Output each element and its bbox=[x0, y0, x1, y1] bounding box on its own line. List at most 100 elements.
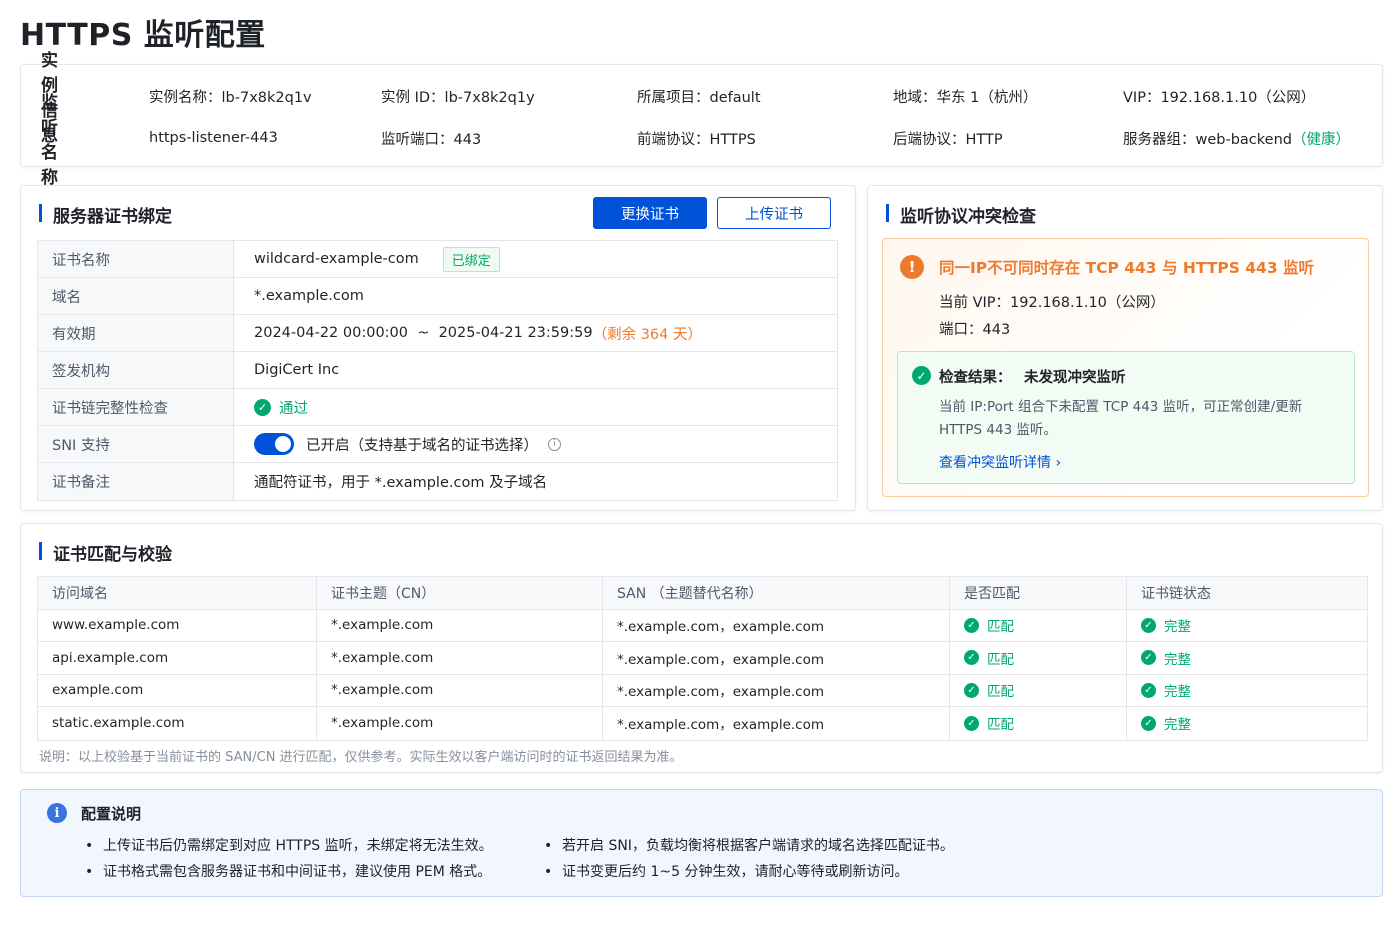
chain-check-result: 通过 bbox=[279, 400, 308, 417]
table-header-row: 访问域名 证书主题（CN） SAN （主题替代名称） 是否匹配 证书链状态 bbox=[38, 577, 1367, 610]
check-result-label: 检查结果： bbox=[939, 370, 1012, 386]
help-list-right: 若开启 SNI，负载均衡将根据客户端请求的域名选择匹配证书。 证书变更后约 1~… bbox=[542, 833, 954, 885]
validity-range: 2024-04-22 00:00:00 ~ 2025-04-21 23:59:5… bbox=[254, 325, 593, 341]
instance-name: 实例名称：lb-7x8k2q1v bbox=[149, 89, 312, 106]
check-circle-icon: ✓ bbox=[912, 366, 931, 385]
replace-cert-button[interactable]: 更换证书 bbox=[593, 197, 707, 229]
domain-cell: api.example.com bbox=[38, 642, 317, 674]
listener-port: 监听端口：443 bbox=[381, 131, 482, 148]
frontend-protocol: 前端协议：HTTPS bbox=[637, 131, 756, 148]
bound-tag: 已绑定 bbox=[442, 246, 500, 272]
cert-match-table: 访问域名 证书主题（CN） SAN （主题替代名称） 是否匹配 证书链状态 ww… bbox=[37, 576, 1368, 741]
check-circle-icon: ✓ bbox=[964, 682, 979, 698]
conflict-warning-box: ! 同一IP不可同时存在 TCP 443 与 HTTPS 443 监听 当前 V… bbox=[882, 238, 1369, 497]
cert-detail-table: 证书名称 wildcard-example-com 已绑定 域名 *.examp… bbox=[37, 240, 838, 501]
region: 地域：华东 1（杭州） bbox=[893, 89, 1038, 106]
chain-cell: ✓ 完整 bbox=[1127, 675, 1367, 707]
backend-protocol: 后端协议：HTTP bbox=[893, 131, 1003, 148]
current-vip: 当前 VIP：192.168.1.10（公网） bbox=[939, 295, 1165, 311]
cn-cell: *.example.com bbox=[317, 707, 603, 740]
column-header: 访问域名 bbox=[38, 577, 317, 609]
chain-cell: ✓ 完整 bbox=[1127, 642, 1367, 674]
check-circle-icon: ✓ bbox=[1141, 650, 1156, 666]
match-cell: ✓ 匹配 bbox=[950, 642, 1127, 674]
table-row: api.example.com *.example.com *.example.… bbox=[38, 642, 1367, 675]
domain-cell: example.com bbox=[38, 674, 317, 706]
issuer-value: DigiCert Inc bbox=[254, 362, 340, 378]
chain-status: 完整 bbox=[1164, 651, 1191, 668]
cert-key: 签发机构 bbox=[38, 352, 234, 388]
listener-name: https-listener-443 bbox=[149, 130, 278, 146]
instance-info-card: 实例信息 实例名称：lb-7x8k2q1v 实例 ID：lb-7x8k2q1y … bbox=[20, 51, 1383, 188]
cert-match-title: 证书匹配与校验 bbox=[39, 540, 172, 565]
health-status: （健康） bbox=[1291, 131, 1350, 148]
san-cell: *.example.com，example.com bbox=[603, 707, 950, 740]
cert-match-panel: 证书匹配与校验 访问域名 证书主题（CN） SAN （主题替代名称） 是否匹配 … bbox=[20, 523, 1383, 773]
san-cell: *.example.com，example.com bbox=[603, 642, 950, 674]
match-cell: ✓ 匹配 bbox=[950, 609, 1127, 641]
sni-toggle[interactable] bbox=[254, 433, 294, 455]
chain-status: 完整 bbox=[1164, 684, 1191, 701]
chain-cell: ✓ 完整 bbox=[1127, 707, 1367, 740]
cert-key: 证书名称 bbox=[38, 241, 234, 277]
check-result-box: ✓ 检查结果： 未发现冲突监听 当前 IP:Port 组合下未配置 TCP 44… bbox=[897, 351, 1355, 484]
match-status: 匹配 bbox=[987, 717, 1014, 734]
sni-status: 已开启（支持基于域名的证书选择） bbox=[306, 437, 538, 454]
column-header: 证书主题（CN） bbox=[317, 577, 603, 609]
upload-cert-button[interactable]: 上传证书 bbox=[717, 197, 831, 229]
column-header: 证书链状态 bbox=[1141, 585, 1211, 602]
cert-row-issuer: 签发机构 DigiCert Inc bbox=[38, 352, 837, 389]
instance-id: 实例 ID：lb-7x8k2q1y bbox=[381, 89, 535, 106]
info-icon[interactable]: i bbox=[548, 437, 561, 451]
match-status: 匹配 bbox=[987, 684, 1014, 701]
project: 所属项目：default bbox=[637, 89, 761, 106]
domain-cell: static.example.com bbox=[38, 707, 317, 740]
table-row: static.example.com *.example.com *.examp… bbox=[38, 707, 1367, 740]
cn-cell: *.example.com bbox=[317, 642, 603, 674]
cert-value: wildcard-example-com 已绑定 bbox=[234, 241, 837, 277]
help-title: 配置说明 bbox=[81, 805, 142, 823]
server-group: 服务器组：web-backend（健康） bbox=[1123, 128, 1350, 149]
cert-key: 证书备注 bbox=[38, 463, 234, 500]
check-circle-icon: ✓ bbox=[1141, 715, 1156, 731]
vip: VIP：192.168.1.10（公网） bbox=[1123, 89, 1316, 106]
cert-value: 已开启（支持基于域名的证书选择） i bbox=[234, 426, 837, 462]
san-cell: *.example.com，example.com bbox=[603, 674, 950, 706]
cert-value: 2024-04-22 00:00:00 ~ 2025-04-21 23:59:5… bbox=[234, 315, 837, 351]
cert-row-remark: 证书备注 通配符证书，用于 *.example.com 及子域名 bbox=[38, 463, 837, 500]
conflict-check-panel: 监听协议冲突检查 ! 同一IP不可同时存在 TCP 443 与 HTTPS 44… bbox=[867, 185, 1383, 511]
config-help-box: i 配置说明 上传证书后仍需绑定到对应 HTTPS 监听，未绑定将无法生效。 证… bbox=[20, 789, 1383, 897]
current-port: 端口：443 bbox=[939, 322, 1011, 338]
help-item: 证书变更后约 1~5 分钟生效，请耐心等待或刷新访问。 bbox=[542, 859, 954, 885]
chain-status: 完整 bbox=[1164, 619, 1191, 636]
check-circle-icon: ✓ bbox=[964, 650, 979, 666]
remaining-days: （剩余 364 天） bbox=[592, 326, 702, 343]
help-item: 证书格式需包含服务器证书和中间证书，建议使用 PEM 格式。 bbox=[83, 859, 493, 885]
check-circle-icon: ✓ bbox=[254, 398, 271, 416]
cert-row-sni: SNI 支持 已开启（支持基于域名的证书选择） i bbox=[38, 426, 837, 463]
san-cell: *.example.com，example.com bbox=[603, 609, 950, 641]
cert-binding-panel: 服务器证书绑定 更换证书 上传证书 证书名称 wildcard-example-… bbox=[20, 185, 856, 511]
cert-name-value: wildcard-example-com bbox=[254, 251, 419, 267]
check-circle-icon: ✓ bbox=[964, 715, 979, 731]
check-result-description: 当前 IP:Port 组合下未配置 TCP 443 监听，可正常创建/更新 HT… bbox=[939, 399, 1303, 438]
cert-value: ✓ 通过 bbox=[234, 389, 837, 425]
cert-row-name: 证书名称 wildcard-example-com 已绑定 bbox=[38, 241, 837, 278]
cert-key: 有效期 bbox=[38, 315, 234, 351]
server-group-name: 服务器组：web-backend bbox=[1123, 131, 1292, 148]
view-conflict-details-link[interactable]: 查看冲突监听详情 › bbox=[939, 452, 1061, 472]
cert-row-validity: 有效期 2024-04-22 00:00:00 ~ 2025-04-21 23:… bbox=[38, 315, 837, 352]
cert-row-chain-check: 证书链完整性检查 ✓ 通过 bbox=[38, 389, 837, 426]
cert-key: SNI 支持 bbox=[38, 426, 234, 462]
cn-cell: *.example.com bbox=[317, 674, 603, 706]
help-item: 上传证书后仍需绑定到对应 HTTPS 监听，未绑定将无法生效。 bbox=[83, 833, 493, 859]
help-list-left: 上传证书后仍需绑定到对应 HTTPS 监听，未绑定将无法生效。 证书格式需包含服… bbox=[83, 833, 493, 885]
remark-value: 通配符证书，用于 *.example.com 及子域名 bbox=[254, 475, 548, 491]
listener-name-heading: 监听名称 bbox=[41, 93, 58, 188]
chain-status: 完整 bbox=[1164, 717, 1191, 734]
table-row: example.com *.example.com *.example.com，… bbox=[38, 674, 1367, 707]
conflict-check-title: 监听协议冲突检查 bbox=[886, 202, 1036, 227]
warning-icon: ! bbox=[900, 255, 924, 279]
info-icon: i bbox=[47, 803, 67, 823]
cert-binding-title: 服务器证书绑定 bbox=[39, 202, 172, 227]
